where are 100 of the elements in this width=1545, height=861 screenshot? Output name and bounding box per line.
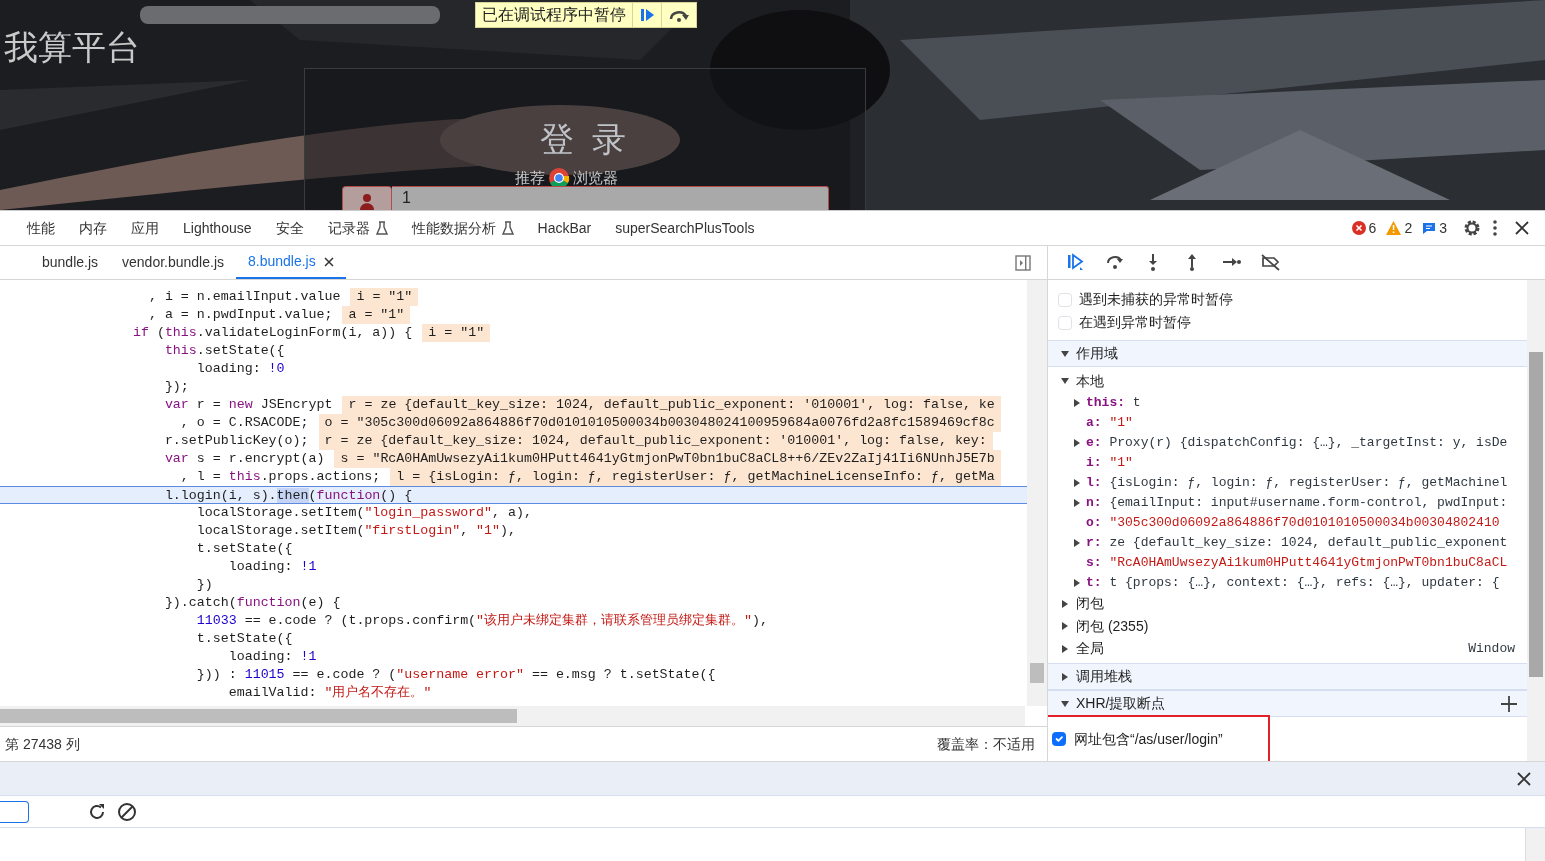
code-line: var s = r.encrypt(a)	[163, 450, 325, 468]
panel-tab[interactable]: HackBar	[525, 211, 604, 245]
option-label: 在遇到异常时暂停	[1079, 313, 1191, 332]
scope-label: 全局	[1076, 639, 1104, 659]
checkbox[interactable]	[1052, 732, 1066, 746]
code-line: var r = new JSEncrypt	[163, 396, 333, 414]
code-line: })) : 11015 == e.code ? ("username error" == e.msg ? t.setState({	[195, 666, 716, 684]
input-field[interactable]	[0, 800, 29, 823]
block-icon	[117, 801, 137, 822]
expand-icon[interactable]	[1060, 621, 1070, 632]
expand-icon[interactable]	[1060, 598, 1070, 609]
resume-icon	[1066, 253, 1085, 272]
panel-tab[interactable]: 记录器	[315, 211, 400, 245]
coverage-status: 覆盖率：不适用	[937, 734, 1035, 754]
code-line: })	[195, 576, 213, 594]
refresh-button[interactable]	[87, 801, 107, 822]
inline-value: a = "1"	[342, 306, 411, 324]
variable-entry[interactable]: o: "305c300d06092a864886f70d0101010500034b00304802410	[1086, 512, 1500, 533]
recommend-text: 推荐	[515, 170, 545, 186]
file-tab[interactable]: bundle.js	[30, 246, 111, 279]
error-icon	[1351, 221, 1366, 235]
code-line: if (this.validateLoginForm(i, a)) {	[131, 324, 413, 342]
plus-icon	[1501, 695, 1517, 712]
breakpoint-label: 网址包含“/as/user/login”	[1074, 729, 1223, 749]
inline-value: s = "RcA0HAmUwsezyAi1kum0HPutt4641yGtmjonPwT0bn1buC8aCL8++6/ZEv2ZaIj41Ii6NUnhJ5E7b	[334, 450, 1001, 468]
error-count[interactable]: 6	[1351, 217, 1377, 239]
code-line: loading: !0	[195, 360, 285, 378]
code-line: , o = C.RSACODE;	[179, 414, 309, 432]
message-count[interactable]: 3	[1422, 217, 1447, 239]
close-icon	[323, 256, 334, 267]
settings-icon	[1463, 219, 1481, 237]
variable-entry[interactable]: i: "1"	[1086, 452, 1133, 473]
resume-icon	[639, 7, 655, 23]
inline-value: r = ze {default_key_size: 1024, default_public_exponent: '010001', log: false, ke	[342, 396, 1001, 414]
menu-icon	[1493, 220, 1497, 236]
file-tab[interactable]: vendor.bundle.js	[110, 246, 236, 279]
inline-value: l = {isLogin: ƒ, login: ƒ, registerUser: ƒ, getMachineLicenseInfo: ƒ, getMa	[390, 468, 1001, 486]
code-line: loading: !1	[227, 648, 317, 666]
expand-icon[interactable]	[1072, 497, 1082, 508]
variable-entry[interactable]: s: "RcA0HAmUwsezyAi1kum0HPutt4641yGtmjonPwT0bn1buC8aCL	[1086, 552, 1508, 573]
step-over-icon	[668, 8, 690, 22]
scope-value: Window	[1468, 640, 1515, 658]
scope-label: 本地	[1076, 371, 1104, 391]
scrollbar[interactable]	[1027, 280, 1047, 706]
expand-icon[interactable]	[1072, 397, 1082, 408]
panel-tab[interactable]: 应用	[119, 211, 171, 245]
panel-tab[interactable]: 性能	[15, 211, 67, 245]
scrollbar[interactable]	[1527, 280, 1545, 761]
collapse-icon[interactable]	[1060, 698, 1070, 709]
clear-button[interactable]	[117, 801, 137, 822]
expand-icon[interactable]	[1072, 537, 1082, 548]
panel-tab[interactable]: Lighthouse	[171, 211, 264, 245]
code-line: localStorage.setItem("login_password", a),	[195, 504, 532, 522]
panel-tab[interactable]: 性能数据分析	[399, 211, 526, 245]
variable-entry[interactable]: this: t	[1086, 392, 1141, 413]
panel-tab[interactable]: 内存	[67, 211, 119, 245]
code-line: });	[163, 378, 189, 396]
code-line: t.setState({	[195, 630, 293, 648]
inline-value: i = "1"	[422, 324, 491, 342]
collapse-icon[interactable]	[1060, 348, 1070, 359]
variable-entry[interactable]: l: {isLogin: ƒ, login: ƒ, registerUser: ƒ, getMachinel	[1086, 472, 1508, 493]
code-line: , a = n.pwdInput.value;	[147, 306, 333, 324]
close-icon	[1515, 221, 1529, 235]
variable-entry[interactable]: r: ze {default_key_size: 1024, default_public_exponent	[1086, 532, 1508, 553]
section-header[interactable]: 调用堆栈	[1048, 663, 1527, 690]
code-line: r.setPublicKey(o);	[163, 432, 309, 450]
section-header[interactable]: 作用域	[1048, 340, 1527, 367]
recommend-text: 浏览器	[573, 170, 618, 186]
variable-entry[interactable]: e: Proxy(r) {dispatchConfig: {…}, _targetInst: y, isDe	[1086, 432, 1508, 453]
panel-tab[interactable]: superSearchPlusTools	[603, 211, 767, 245]
code-line: 11033 == e.code ? (t.props.confirm("该用户未绑定集群，请联系管理员绑定集群。"),	[195, 612, 769, 630]
expand-icon[interactable]	[1072, 437, 1082, 448]
breakpoint-off-icon	[1261, 253, 1280, 272]
file-tab[interactable]: 8.bundle.js	[236, 246, 346, 279]
refresh-icon	[87, 801, 107, 822]
username-field[interactable]: 1	[392, 186, 829, 210]
section-header[interactable]: XHR/提取断点	[1048, 690, 1527, 717]
variable-entry[interactable]: n: {emailInput: input#username.form-control, pwdInput:	[1086, 492, 1508, 513]
scope-label: 闭包	[1076, 594, 1104, 614]
code-line: loading: !1	[227, 558, 317, 576]
code-line: t.setState({	[195, 540, 293, 558]
scrollbar[interactable]	[0, 706, 1025, 726]
variable-entry[interactable]: a: "1"	[1086, 412, 1133, 433]
sidebar-icon	[1015, 254, 1031, 271]
expand-icon[interactable]	[1060, 671, 1070, 682]
expand-icon[interactable]	[1060, 643, 1070, 654]
scrollbar[interactable]	[1525, 828, 1545, 861]
warning-count[interactable]: 2	[1386, 217, 1413, 239]
code-line: , i = n.emailInput.value	[147, 288, 341, 306]
code-line: localStorage.setItem("firstLogin", "1"),	[195, 522, 517, 540]
option-label: 遇到未捕获的异常时暂停	[1079, 290, 1233, 309]
login-title: 登 录	[539, 119, 631, 160]
code-line: , l = this.props.actions;	[179, 468, 381, 486]
message-icon	[1422, 221, 1437, 235]
site-title: 我算平台	[4, 27, 140, 68]
expand-icon[interactable]	[1072, 477, 1082, 488]
variable-entry[interactable]: t: t {props: {…}, context: {…}, refs: {…}, updater: {	[1086, 572, 1500, 593]
expand-icon[interactable]	[1072, 577, 1082, 588]
panel-tab[interactable]: 安全	[263, 211, 316, 245]
code-line: }).catch(function(e) {	[163, 594, 341, 612]
